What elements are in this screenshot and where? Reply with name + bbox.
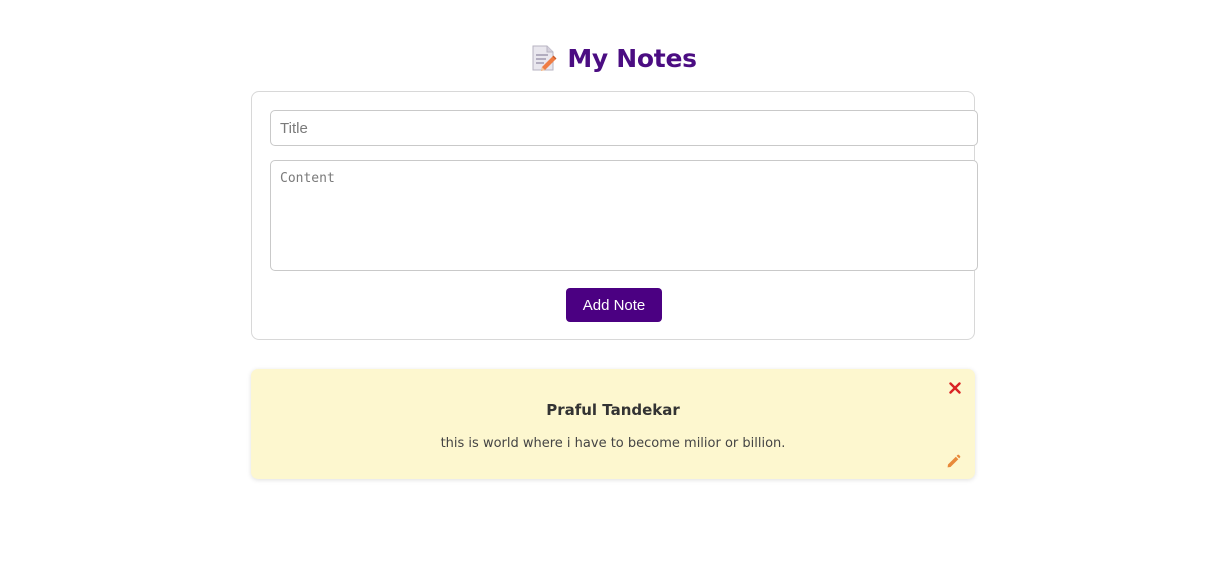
note-card: Praful Tandekar this is world where i ha… xyxy=(251,369,975,479)
close-icon xyxy=(949,381,961,399)
title-input[interactable] xyxy=(270,110,978,146)
edit-note-button[interactable] xyxy=(943,454,963,474)
content-textarea[interactable] xyxy=(270,160,978,271)
delete-note-button[interactable] xyxy=(945,380,965,400)
add-note-button[interactable]: Add Note xyxy=(566,288,662,322)
note-title: Praful Tandekar xyxy=(546,401,680,419)
page-title: My Notes xyxy=(567,43,697,73)
note-content: this is world where i have to become mil… xyxy=(440,436,786,451)
pencil-icon xyxy=(946,454,961,474)
page-header: My Notes xyxy=(0,38,1228,78)
notes-app: My Notes Add Note Praful Tandekar this i… xyxy=(0,0,1228,583)
memo-icon xyxy=(531,44,557,72)
note-form: Add Note xyxy=(251,91,978,340)
